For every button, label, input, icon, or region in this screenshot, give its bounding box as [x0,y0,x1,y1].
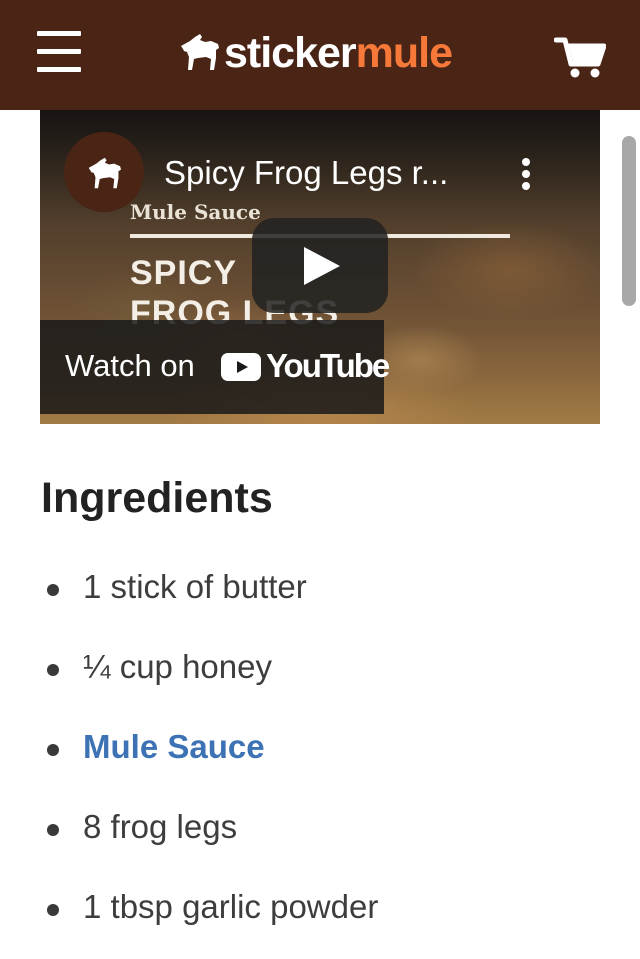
youtube-label: YouTube [266,347,390,384]
list-item: Mule Sauce [0,708,640,788]
ingredient-text: 1 tbsp garlic powder [83,888,379,925]
bullet-icon [47,824,59,836]
bullet-icon [47,904,59,916]
play-button[interactable] [252,218,388,313]
thumbnail-title-line1: SPICY [130,254,238,292]
stickermule-logo[interactable]: stickermule [178,28,468,78]
watch-on-youtube-button[interactable]: Watch on YouTube [40,320,390,414]
site-header: stickermule [0,0,640,110]
bullet-icon [47,744,59,756]
page-scrollbar[interactable] [622,136,636,306]
ingredients-heading: Ingredients [41,474,273,522]
logo-text-mule: mule [355,29,453,77]
mule-logo-icon [88,157,121,189]
mule-logo-icon [181,34,219,70]
ingredient-text: 1 stick of butter [83,568,307,605]
shopping-cart-icon[interactable] [553,36,607,80]
list-item: 8 frog legs [0,788,640,868]
youtube-logo-icon [221,353,261,381]
more-options-icon[interactable] [518,156,534,192]
ingredient-text: 8 frog legs [83,808,238,845]
youtube-video-embed[interactable]: Mule Sauce SPICY FROG LEGS Spicy Frog Le… [40,110,600,424]
video-title-link[interactable]: Spicy Frog Legs r... [164,154,464,192]
thumbnail-brand-text: Mule Sauce [130,200,261,224]
list-item: 1 stick of butter [0,548,640,628]
play-icon [304,247,340,285]
list-item: ¼ cup honey [0,628,640,708]
ingredient-text: ¼ cup honey [83,648,272,685]
mule-sauce-link[interactable]: Mule Sauce [83,728,265,766]
ingredients-list: 1 stick of butter ¼ cup honey Mule Sauce… [0,548,640,948]
logo-text-sticker: sticker [224,29,357,77]
list-item: 1 tbsp garlic powder [0,868,640,948]
hamburger-menu-icon[interactable] [37,31,81,73]
bullet-icon [47,584,59,596]
bullet-icon [47,664,59,676]
channel-avatar[interactable] [64,132,144,212]
watch-on-label: Watch on [65,348,195,383]
